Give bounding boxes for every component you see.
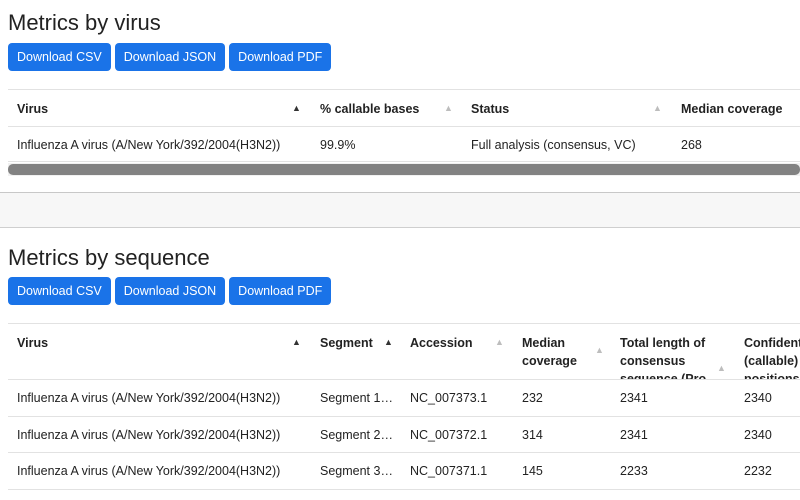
table-row: Influenza A virus (A/New York/392/2004(H…: [8, 453, 800, 490]
download-json-button[interactable]: Download JSON: [114, 277, 226, 305]
cell-accession: NC_007371.1: [410, 464, 488, 478]
sort-icon[interactable]: ▲: [717, 363, 726, 373]
horizontal-scrollbar[interactable]: [8, 163, 800, 176]
table-row: Influenza A virus (A/New York/392/2004(H…: [8, 127, 800, 162]
sequence-metrics-table: Virus ▲ Segment ▲ Accession ▲ Median cov…: [8, 323, 800, 490]
download-csv-button[interactable]: Download CSV: [8, 43, 111, 71]
cell-callable-bases: 99.9%: [320, 138, 356, 152]
download-json-button[interactable]: Download JSON: [114, 43, 226, 71]
sequence-metrics-panel: Metrics by sequence Download CSV Downloa…: [0, 229, 800, 500]
cell-status: Full analysis (consensus, VC): [471, 138, 636, 152]
sort-asc-icon[interactable]: ▲: [292, 337, 301, 347]
cell-total-length: 2341: [620, 428, 648, 442]
download-pdf-button[interactable]: Download PDF: [229, 43, 332, 71]
cell-confident-positions: 2340: [744, 391, 772, 405]
cell-median-coverage: 268: [681, 138, 702, 152]
cell-median-coverage: 145: [522, 464, 543, 478]
download-csv-button[interactable]: Download CSV: [8, 277, 111, 305]
column-header-segment[interactable]: Segment ▲: [311, 324, 401, 379]
section-divider: [0, 193, 800, 228]
cell-accession: NC_007372.1: [410, 428, 488, 442]
cell-total-length: 2233: [620, 464, 648, 478]
column-header-confident-positions[interactable]: Confident (callable) positions: [735, 324, 800, 379]
column-header-median-coverage[interactable]: Median coverage ▲: [513, 324, 611, 379]
table-row: Influenza A virus (A/New York/392/2004(H…: [8, 417, 800, 453]
sequence-download-buttons: Download CSV Download JSON Download PDF: [8, 277, 332, 305]
cell-total-length: 2341: [620, 391, 648, 405]
column-header-status[interactable]: Status ▲: [462, 90, 672, 126]
column-header-virus[interactable]: Virus ▲: [8, 90, 311, 126]
sort-icon[interactable]: ▲: [495, 337, 504, 347]
sort-icon[interactable]: ▲: [444, 103, 453, 113]
cell-accession: NC_007373.1: [410, 391, 488, 405]
table-header-row: Virus ▲ % callable bases ▲ Status ▲ Medi…: [8, 90, 800, 127]
scrollbar-thumb[interactable]: [8, 164, 800, 175]
sort-icon[interactable]: ▲: [595, 345, 604, 355]
table-row: Influenza A virus (A/New York/392/2004(H…: [8, 380, 800, 417]
cell-virus: Influenza A virus (A/New York/392/2004(H…: [17, 428, 281, 442]
cell-segment: Segment 3…: [320, 464, 393, 478]
virus-metrics-table: Virus ▲ % callable bases ▲ Status ▲ Medi…: [8, 89, 800, 162]
virus-metrics-title: Metrics by virus: [8, 10, 161, 35]
cell-median-coverage: 314: [522, 428, 543, 442]
cell-virus: Influenza A virus (A/New York/392/2004(H…: [17, 138, 281, 152]
download-pdf-button[interactable]: Download PDF: [229, 277, 332, 305]
cell-confident-positions: 2232: [744, 464, 772, 478]
table-header-row: Virus ▲ Segment ▲ Accession ▲ Median cov…: [8, 324, 800, 380]
column-header-virus[interactable]: Virus ▲: [8, 324, 311, 379]
sort-asc-icon[interactable]: ▲: [292, 103, 301, 113]
column-header-accession[interactable]: Accession ▲: [401, 324, 513, 379]
cell-segment: Segment 1…: [320, 391, 393, 405]
sort-asc-icon[interactable]: ▲: [384, 337, 393, 347]
cell-virus: Influenza A virus (A/New York/392/2004(H…: [17, 391, 281, 405]
column-header-median-coverage[interactable]: Median coverage: [672, 90, 800, 126]
cell-segment: Segment 2…: [320, 428, 393, 442]
cell-virus: Influenza A virus (A/New York/392/2004(H…: [17, 464, 281, 478]
virus-download-buttons: Download CSV Download JSON Download PDF: [8, 43, 332, 71]
virus-metrics-panel: Metrics by virus Download CSV Download J…: [0, 0, 800, 193]
column-header-callable-bases[interactable]: % callable bases ▲: [311, 90, 462, 126]
cell-median-coverage: 232: [522, 391, 543, 405]
column-header-total-length[interactable]: Total length of consensus sequence (Pro …: [611, 324, 735, 379]
sequence-metrics-title: Metrics by sequence: [8, 245, 210, 270]
sort-icon[interactable]: ▲: [653, 103, 662, 113]
cell-confident-positions: 2340: [744, 428, 772, 442]
